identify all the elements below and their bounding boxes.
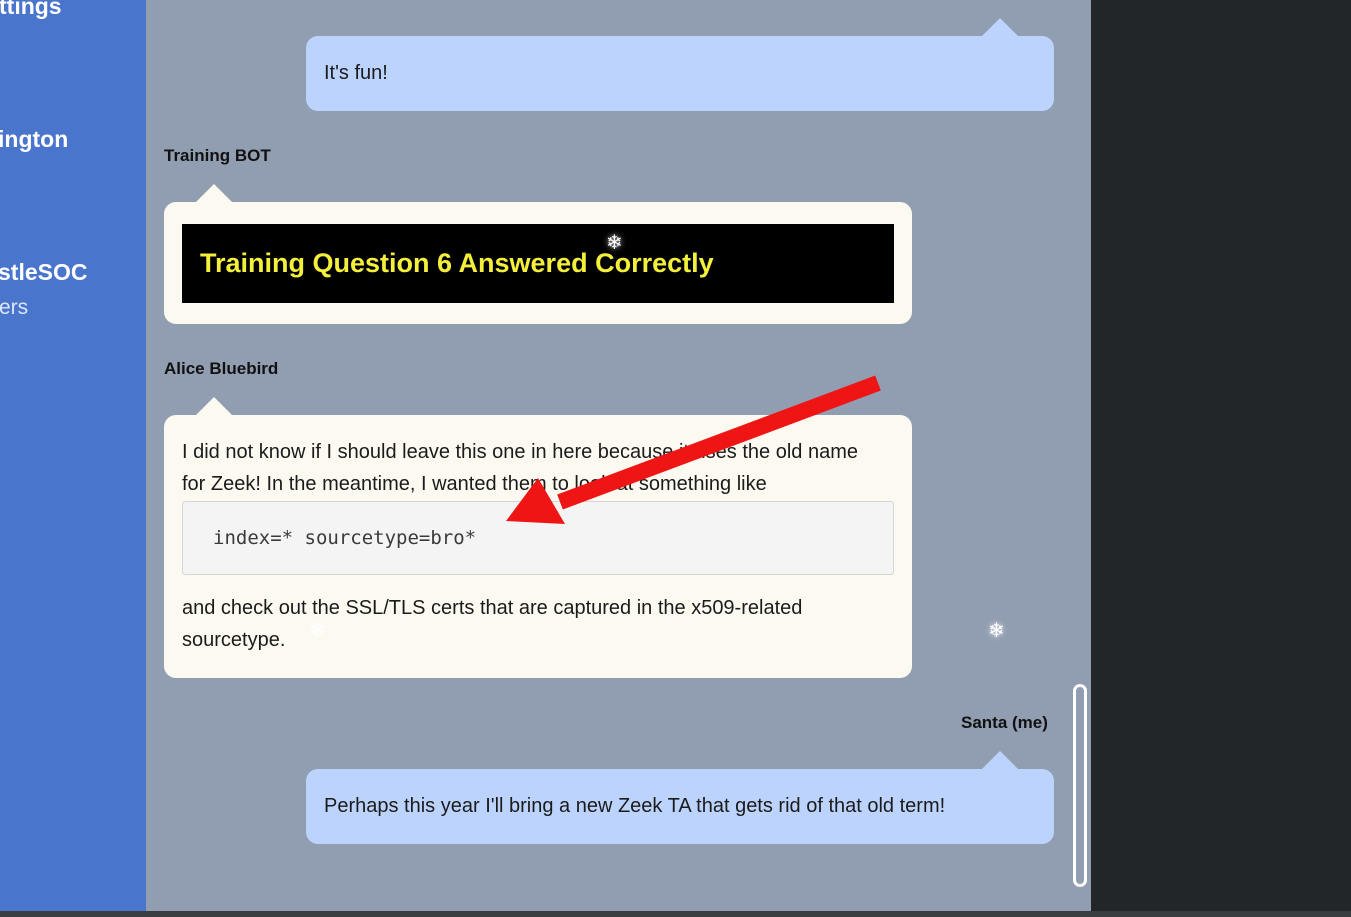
app-window: ttings ington stleSOC ers It's fun! Trai… bbox=[0, 0, 1351, 917]
annotation-arrow-icon bbox=[506, 375, 881, 524]
arrow-shaft bbox=[557, 375, 881, 510]
arrow-head bbox=[506, 478, 565, 524]
